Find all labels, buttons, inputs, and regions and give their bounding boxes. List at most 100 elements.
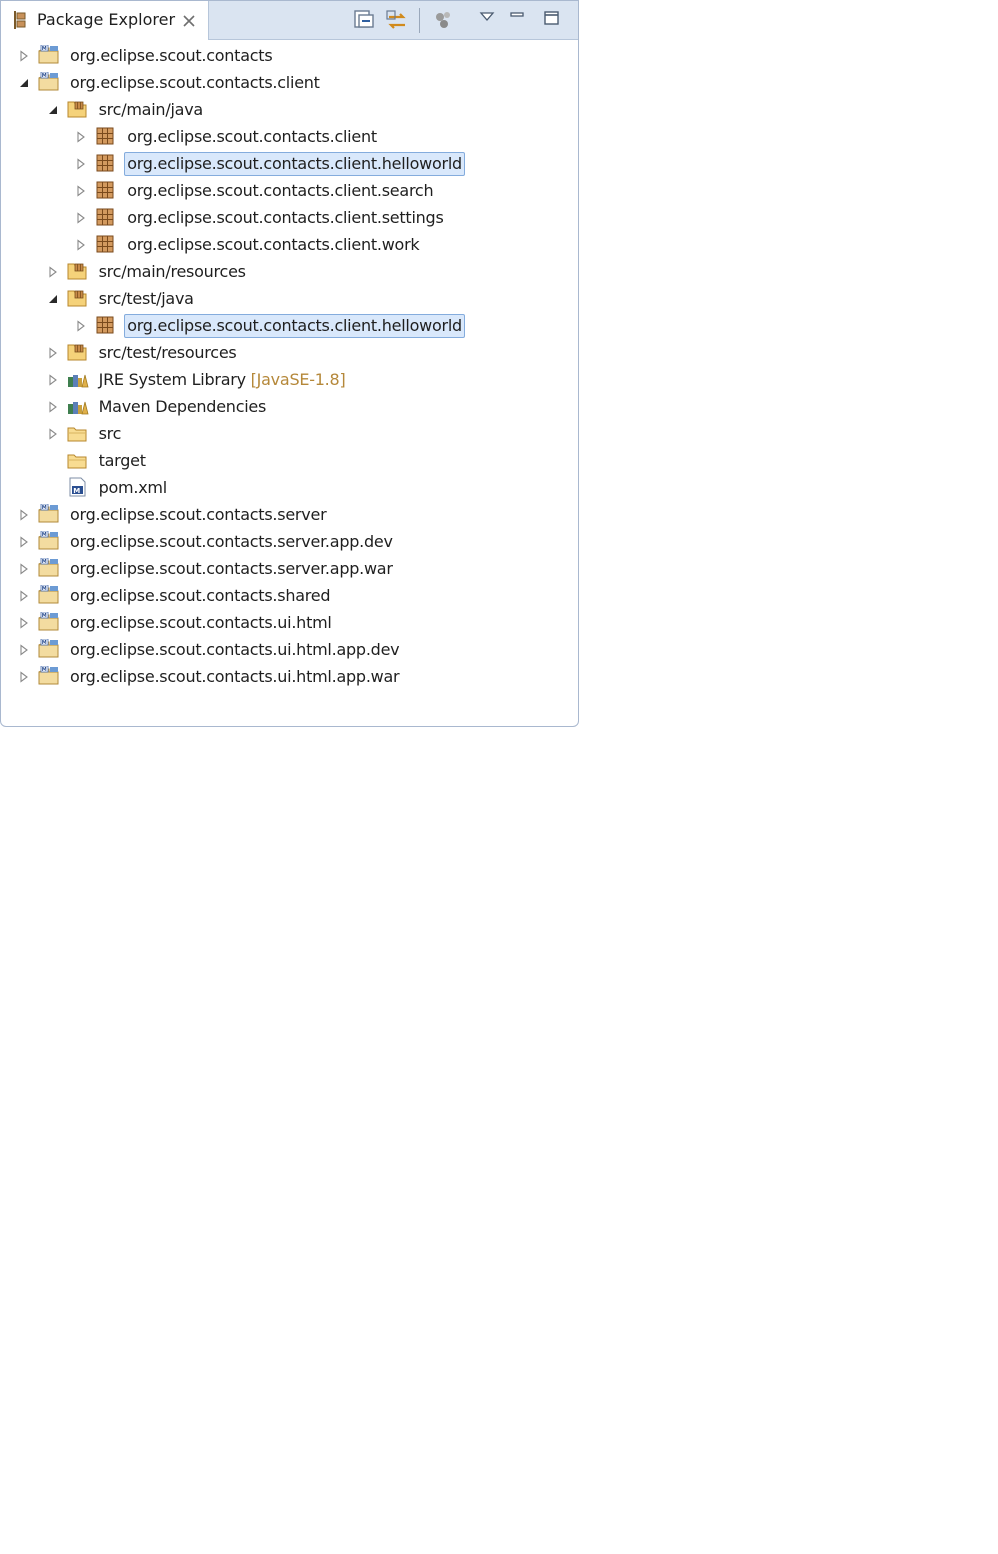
tree-item-text: org.eclipse.scout.contacts.client.settin… bbox=[127, 208, 444, 227]
twisty-collapsed-icon[interactable] bbox=[75, 320, 87, 332]
twisty-collapsed-icon[interactable] bbox=[75, 212, 87, 224]
project-icon: M bbox=[38, 45, 59, 64]
tree-item[interactable]: target bbox=[1, 447, 578, 474]
tree-item[interactable]: src bbox=[1, 420, 578, 447]
twisty-collapsed-icon[interactable] bbox=[75, 131, 87, 143]
tree-item-label: src/test/java bbox=[99, 288, 194, 310]
tree-item[interactable]: Morg.eclipse.scout.contacts.ui.html.app.… bbox=[1, 636, 578, 663]
tree-item-text: org.eclipse.scout.contacts.server.app.de… bbox=[70, 532, 393, 551]
package-icon bbox=[96, 208, 114, 226]
svg-text:M: M bbox=[42, 559, 47, 565]
tree-item[interactable]: Morg.eclipse.scout.contacts.server.app.w… bbox=[1, 555, 578, 582]
tree-item[interactable]: src/test/resources bbox=[1, 339, 578, 366]
tree-item[interactable]: Morg.eclipse.scout.contacts.shared bbox=[1, 582, 578, 609]
tree-item-text: org.eclipse.scout.contacts.server.app.wa… bbox=[70, 559, 393, 578]
svg-text:M: M bbox=[42, 505, 47, 511]
twisty-collapsed-icon[interactable] bbox=[18, 536, 30, 548]
collapse-all-icon[interactable] bbox=[353, 9, 375, 31]
svg-text:M: M bbox=[73, 487, 80, 495]
twisty-collapsed-icon[interactable] bbox=[18, 590, 30, 602]
svg-text:M: M bbox=[42, 640, 47, 646]
tree-item[interactable]: Morg.eclipse.scout.contacts.ui.html.app.… bbox=[1, 663, 578, 690]
package-explorer-icon bbox=[14, 11, 26, 29]
twisty-expanded-icon[interactable] bbox=[18, 77, 30, 89]
twisty-collapsed-icon[interactable] bbox=[47, 266, 59, 278]
twisty-collapsed-icon[interactable] bbox=[75, 239, 87, 251]
twisty-expanded-icon[interactable] bbox=[47, 104, 59, 116]
twisty-collapsed-icon[interactable] bbox=[18, 50, 30, 62]
tree-item-label: org.eclipse.scout.contacts.client.work bbox=[127, 234, 420, 256]
close-icon[interactable] bbox=[182, 14, 196, 28]
package-icon bbox=[96, 127, 114, 145]
tree-item[interactable]: org.eclipse.scout.contacts.client.hellow… bbox=[1, 150, 578, 177]
twisty-collapsed-icon[interactable] bbox=[18, 671, 30, 683]
tree-item[interactable]: src/main/resources bbox=[1, 258, 578, 285]
tree-item[interactable]: org.eclipse.scout.contacts.client.hellow… bbox=[1, 312, 578, 339]
maven-file-icon: M bbox=[69, 477, 86, 497]
svg-text:M: M bbox=[42, 613, 47, 619]
library-icon bbox=[67, 374, 89, 388]
tree-item[interactable]: org.eclipse.scout.contacts.client bbox=[1, 123, 578, 150]
folder-icon bbox=[67, 454, 87, 469]
svg-text:M: M bbox=[42, 586, 47, 592]
tree-item-text: Maven Dependencies bbox=[98, 397, 267, 416]
twisty-collapsed-icon[interactable] bbox=[47, 428, 59, 440]
tree-item[interactable]: org.eclipse.scout.contacts.client.settin… bbox=[1, 204, 578, 231]
tree-item[interactable]: Morg.eclipse.scout.contacts bbox=[1, 42, 578, 69]
twisty-collapsed-icon[interactable] bbox=[18, 617, 30, 629]
tree-item[interactable]: src/test/java bbox=[1, 285, 578, 312]
project-icon: M bbox=[38, 72, 59, 91]
twisty-collapsed-icon[interactable] bbox=[75, 158, 87, 170]
twisty-collapsed-icon[interactable] bbox=[18, 644, 30, 656]
tab-package-explorer[interactable]: Package Explorer bbox=[1, 1, 209, 40]
twisty-collapsed-icon[interactable] bbox=[47, 401, 59, 413]
tree-item-text: src/main/resources bbox=[98, 262, 246, 281]
twisty-collapsed-icon[interactable] bbox=[47, 347, 59, 359]
tree-item[interactable]: org.eclipse.scout.contacts.client.search bbox=[1, 177, 578, 204]
tree-item[interactable]: Mpom.xml bbox=[1, 474, 578, 501]
tree-item-label: org.eclipse.scout.contacts.client.search bbox=[127, 180, 433, 202]
minimize-icon[interactable] bbox=[509, 9, 525, 25]
tree-item-text: org.eclipse.scout.contacts.client.hellow… bbox=[127, 154, 462, 173]
twisty-expanded-icon[interactable] bbox=[47, 293, 59, 305]
twisty-collapsed-icon[interactable] bbox=[75, 185, 87, 197]
view-menu-icon[interactable] bbox=[479, 9, 495, 25]
tree-item-text: src/main/java bbox=[98, 100, 204, 119]
tree-item-text: org.eclipse.scout.contacts.client bbox=[70, 73, 320, 92]
tree-item-text: org.eclipse.scout.contacts.ui.html.app.d… bbox=[70, 640, 400, 659]
package-icon bbox=[96, 181, 114, 199]
tree-item[interactable]: org.eclipse.scout.contacts.client.work bbox=[1, 231, 578, 258]
package-icon bbox=[96, 316, 114, 334]
tree-item[interactable]: Morg.eclipse.scout.contacts.server.app.d… bbox=[1, 528, 578, 555]
tree-item[interactable]: Morg.eclipse.scout.contacts.ui.html bbox=[1, 609, 578, 636]
tree-item[interactable]: Morg.eclipse.scout.contacts.client bbox=[1, 69, 578, 96]
tree-item-label: org.eclipse.scout.contacts.client bbox=[70, 72, 320, 94]
tree-item-text: org.eclipse.scout.contacts.client bbox=[127, 127, 377, 146]
twisty-collapsed-icon[interactable] bbox=[18, 563, 30, 575]
tree-item-text: org.eclipse.scout.contacts bbox=[70, 46, 273, 65]
twisty-collapsed-icon[interactable] bbox=[47, 374, 59, 386]
tree-item-text: org.eclipse.scout.contacts.client.hellow… bbox=[127, 316, 462, 335]
tree-item[interactable]: Maven Dependencies bbox=[1, 393, 578, 420]
maximize-icon[interactable] bbox=[543, 9, 561, 27]
tree-item-label: Maven Dependencies bbox=[99, 396, 267, 418]
tree-item-label: org.eclipse.scout.contacts.client.hellow… bbox=[124, 152, 465, 176]
tree-item-label: pom.xml bbox=[99, 477, 168, 499]
tree-item[interactable]: JRE System Library [JavaSE-1.8] bbox=[1, 366, 578, 393]
tree-item[interactable]: src/main/java bbox=[1, 96, 578, 123]
tree-item-label: src/test/resources bbox=[99, 342, 237, 364]
svg-text:M: M bbox=[42, 46, 47, 52]
focus-active-task-icon[interactable] bbox=[433, 9, 455, 31]
twisty-collapsed-icon[interactable] bbox=[18, 509, 30, 521]
project-icon: M bbox=[38, 639, 59, 658]
tree-item-label: org.eclipse.scout.contacts.client bbox=[127, 126, 377, 148]
tree-item-text: org.eclipse.scout.contacts.ui.html.app.w… bbox=[70, 667, 400, 686]
tree-item-label: target bbox=[99, 450, 146, 472]
tree-item-decoration: [JavaSE-1.8] bbox=[245, 370, 346, 389]
tree-item-label: org.eclipse.scout.contacts.server.app.wa… bbox=[70, 558, 393, 580]
tree-item-label: org.eclipse.scout.contacts.ui.html.app.d… bbox=[70, 639, 400, 661]
tree-item[interactable]: Morg.eclipse.scout.contacts.server bbox=[1, 501, 578, 528]
tree-item-label: src bbox=[99, 423, 122, 445]
tree-item-label: org.eclipse.scout.contacts.client.hellow… bbox=[124, 314, 465, 338]
link-with-editor-icon[interactable] bbox=[385, 9, 409, 33]
